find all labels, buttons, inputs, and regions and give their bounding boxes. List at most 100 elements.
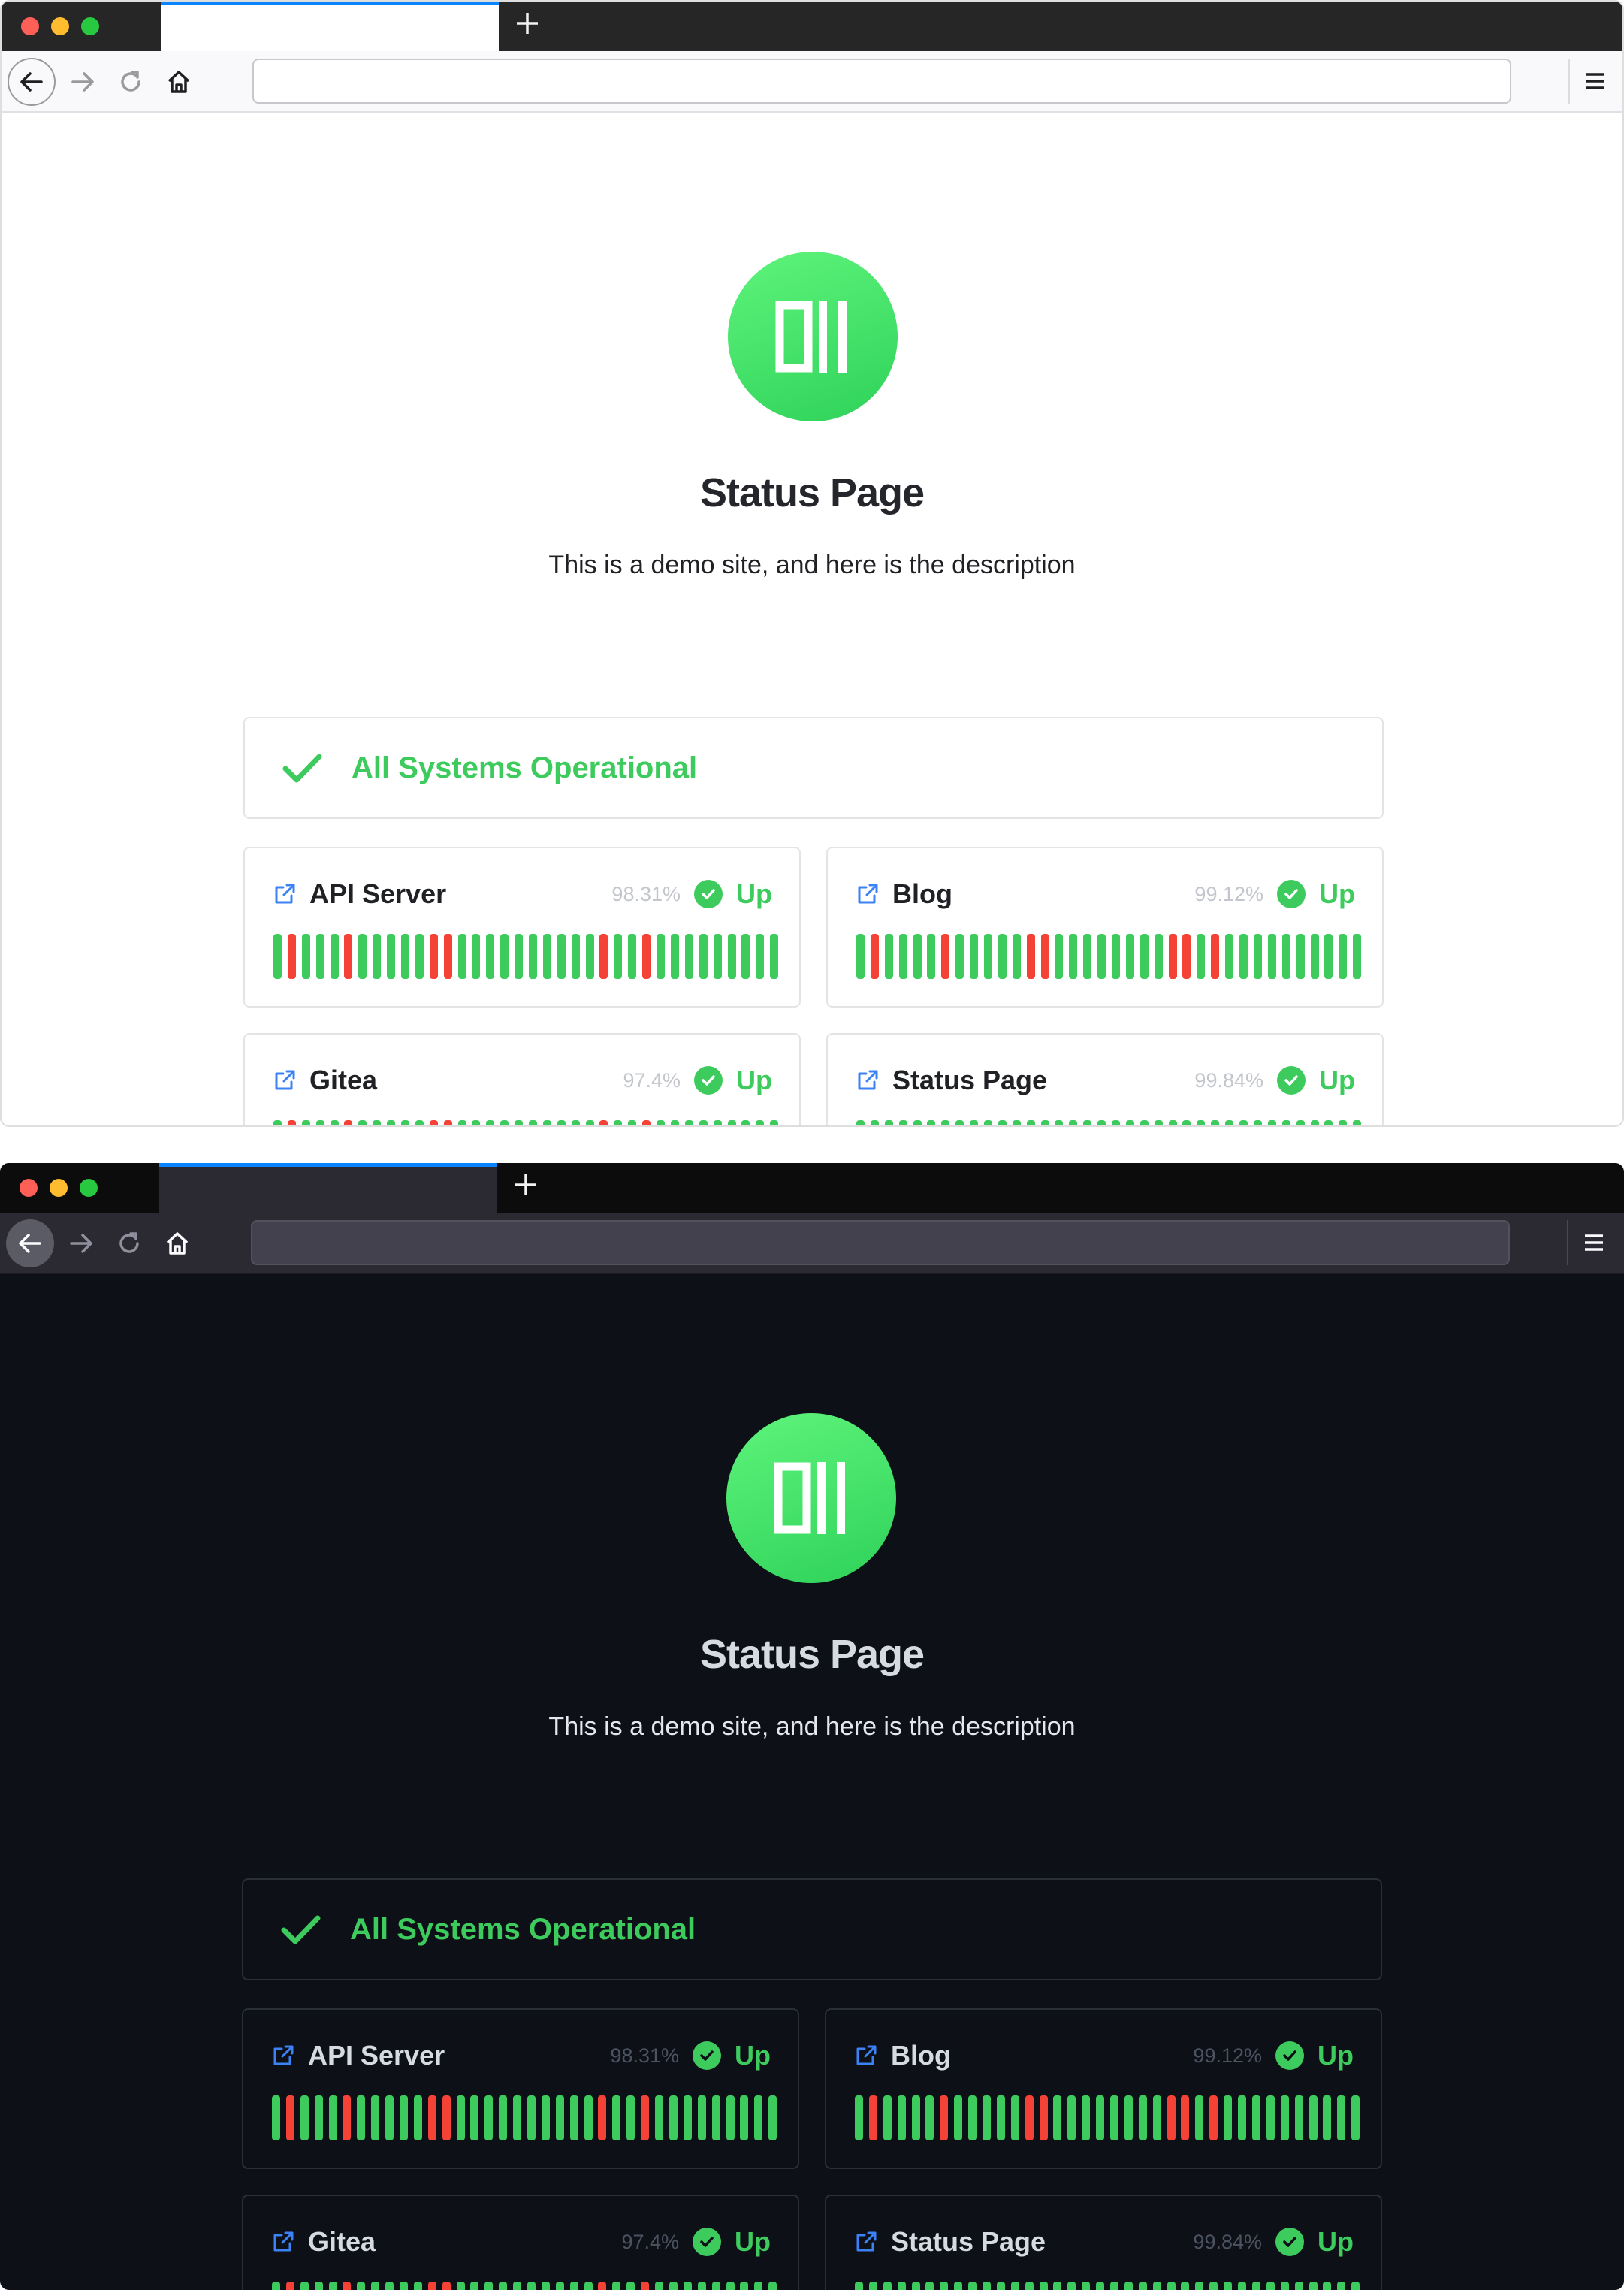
heartbeat-up[interactable] — [1181, 2282, 1190, 2290]
heartbeat-up[interactable] — [371, 2282, 380, 2290]
heartbeat-up[interactable] — [996, 2282, 1005, 2290]
heartbeat-up[interactable] — [1337, 2282, 1346, 2290]
heartbeat-up[interactable] — [1138, 2282, 1147, 2290]
heartbeat-up[interactable] — [657, 1120, 666, 1125]
heartbeat-up[interactable] — [925, 2095, 934, 2140]
heartbeat-up[interactable] — [358, 934, 367, 979]
heartbeat-up[interactable] — [584, 2282, 593, 2290]
heartbeat-up[interactable] — [1112, 934, 1121, 979]
heartbeat-up[interactable] — [897, 2282, 906, 2290]
heartbeat-up[interactable] — [754, 2095, 763, 2140]
heartbeat-up[interactable] — [315, 934, 324, 979]
heartbeat-up[interactable] — [970, 934, 979, 979]
heartbeat-up[interactable] — [400, 2282, 409, 2290]
minimize-window-button[interactable] — [50, 1179, 68, 1197]
heartbeat-up[interactable] — [1082, 2282, 1091, 2290]
heartbeat-up[interactable] — [1154, 934, 1163, 979]
url-bar[interactable] — [252, 59, 1511, 104]
heartbeat-up[interactable] — [456, 2095, 465, 2140]
heartbeat-up[interactable] — [457, 1120, 466, 1125]
heartbeat-up[interactable] — [884, 934, 893, 979]
heartbeat-up[interactable] — [513, 2282, 522, 2290]
external-link-icon[interactable] — [856, 1069, 879, 1092]
active-tab[interactable] — [161, 2, 499, 51]
heartbeat-down[interactable] — [1167, 2095, 1176, 2140]
heartbeat-up[interactable] — [413, 2095, 422, 2140]
heartbeat-up[interactable] — [272, 2095, 280, 2140]
heartbeat-up[interactable] — [1209, 2282, 1218, 2290]
heartbeat-up[interactable] — [697, 2282, 706, 2290]
heartbeat-up[interactable] — [585, 1120, 594, 1125]
heartbeat-up[interactable] — [314, 2095, 323, 2140]
heartbeat-up[interactable] — [1239, 934, 1248, 979]
heartbeat-down[interactable] — [1168, 934, 1177, 979]
external-link-icon[interactable] — [855, 2231, 877, 2253]
heartbeat-up[interactable] — [1012, 1120, 1021, 1125]
heartbeat-up[interactable] — [628, 1120, 637, 1125]
heartbeat-up[interactable] — [727, 934, 736, 979]
heartbeat-up[interactable] — [711, 2095, 720, 2140]
heartbeat-down[interactable] — [1181, 2095, 1190, 2140]
heartbeat-down[interactable] — [1211, 934, 1220, 979]
heartbeat-up[interactable] — [527, 2095, 536, 2140]
heartbeat-up[interactable] — [1010, 2282, 1019, 2290]
external-link-icon[interactable] — [272, 2044, 294, 2067]
heartbeat-up[interactable] — [1337, 2095, 1346, 2140]
heartbeat-up[interactable] — [1339, 934, 1348, 979]
heartbeat-up[interactable] — [470, 2282, 479, 2290]
heartbeat-up[interactable] — [770, 934, 779, 979]
heartbeat-up[interactable] — [1053, 2095, 1062, 2140]
heartbeat-up[interactable] — [614, 1120, 623, 1125]
heartbeat-up[interactable] — [1339, 1120, 1348, 1125]
maximize-window-button[interactable] — [81, 17, 99, 35]
heartbeat-up[interactable] — [1067, 2282, 1076, 2290]
heartbeat-up[interactable] — [357, 2282, 366, 2290]
monitor-name[interactable]: Status Page — [892, 1065, 1047, 1096]
heartbeat-up[interactable] — [713, 934, 722, 979]
active-tab[interactable] — [159, 1163, 497, 1213]
heartbeat-up[interactable] — [1097, 1120, 1106, 1125]
heartbeat-up[interactable] — [699, 1120, 708, 1125]
heartbeat-up[interactable] — [1012, 934, 1021, 979]
heartbeat-up[interactable] — [472, 934, 481, 979]
heartbeat-up[interactable] — [1026, 1120, 1035, 1125]
heartbeat-up[interactable] — [385, 2095, 394, 2140]
heartbeat-up[interactable] — [1082, 2095, 1091, 2140]
monitor-name[interactable]: Status Page — [891, 2226, 1046, 2258]
heartbeat-down[interactable] — [868, 2095, 877, 2140]
heartbeat-up[interactable] — [1323, 2095, 1332, 2140]
heartbeat-up[interactable] — [768, 2095, 777, 2140]
heartbeat-up[interactable] — [470, 2095, 479, 2140]
heartbeat-up[interactable] — [628, 934, 637, 979]
heartbeat-up[interactable] — [584, 2095, 593, 2140]
home-button[interactable] — [155, 58, 203, 106]
heartbeat-up[interactable] — [1224, 2095, 1233, 2140]
heartbeat-down[interactable] — [285, 2282, 294, 2290]
heartbeat-up[interactable] — [727, 1120, 736, 1125]
heartbeat-up[interactable] — [898, 1120, 907, 1125]
heartbeat-up[interactable] — [925, 2282, 934, 2290]
heartbeat-up[interactable] — [1110, 2282, 1119, 2290]
heartbeat-up[interactable] — [856, 934, 865, 979]
heartbeat-down[interactable] — [287, 1120, 296, 1125]
heartbeat-up[interactable] — [1238, 2282, 1247, 2290]
heartbeat-up[interactable] — [1197, 1120, 1206, 1125]
heartbeat-down[interactable] — [940, 2095, 949, 2140]
heartbeat-down[interactable] — [1039, 2095, 1048, 2140]
heartbeat-up[interactable] — [1152, 2282, 1161, 2290]
heartbeat-down[interactable] — [344, 934, 353, 979]
heartbeat-up[interactable] — [741, 1120, 750, 1125]
heartbeat-up[interactable] — [571, 1120, 580, 1125]
heartbeat-down[interactable] — [598, 2095, 607, 2140]
heartbeat-up[interactable] — [542, 1120, 551, 1125]
heartbeat-down[interactable] — [642, 1120, 651, 1125]
menu-button[interactable] — [1576, 59, 1615, 104]
heartbeat-up[interactable] — [856, 1120, 865, 1125]
heartbeat-up[interactable] — [740, 2282, 749, 2290]
heartbeat-up[interactable] — [301, 1120, 310, 1125]
heartbeat-up[interactable] — [1125, 1120, 1134, 1125]
heartbeat-up[interactable] — [1253, 1120, 1262, 1125]
heartbeat-up[interactable] — [855, 2282, 863, 2290]
heartbeat-down[interactable] — [1209, 2095, 1218, 2140]
heartbeat-up[interactable] — [955, 934, 964, 979]
